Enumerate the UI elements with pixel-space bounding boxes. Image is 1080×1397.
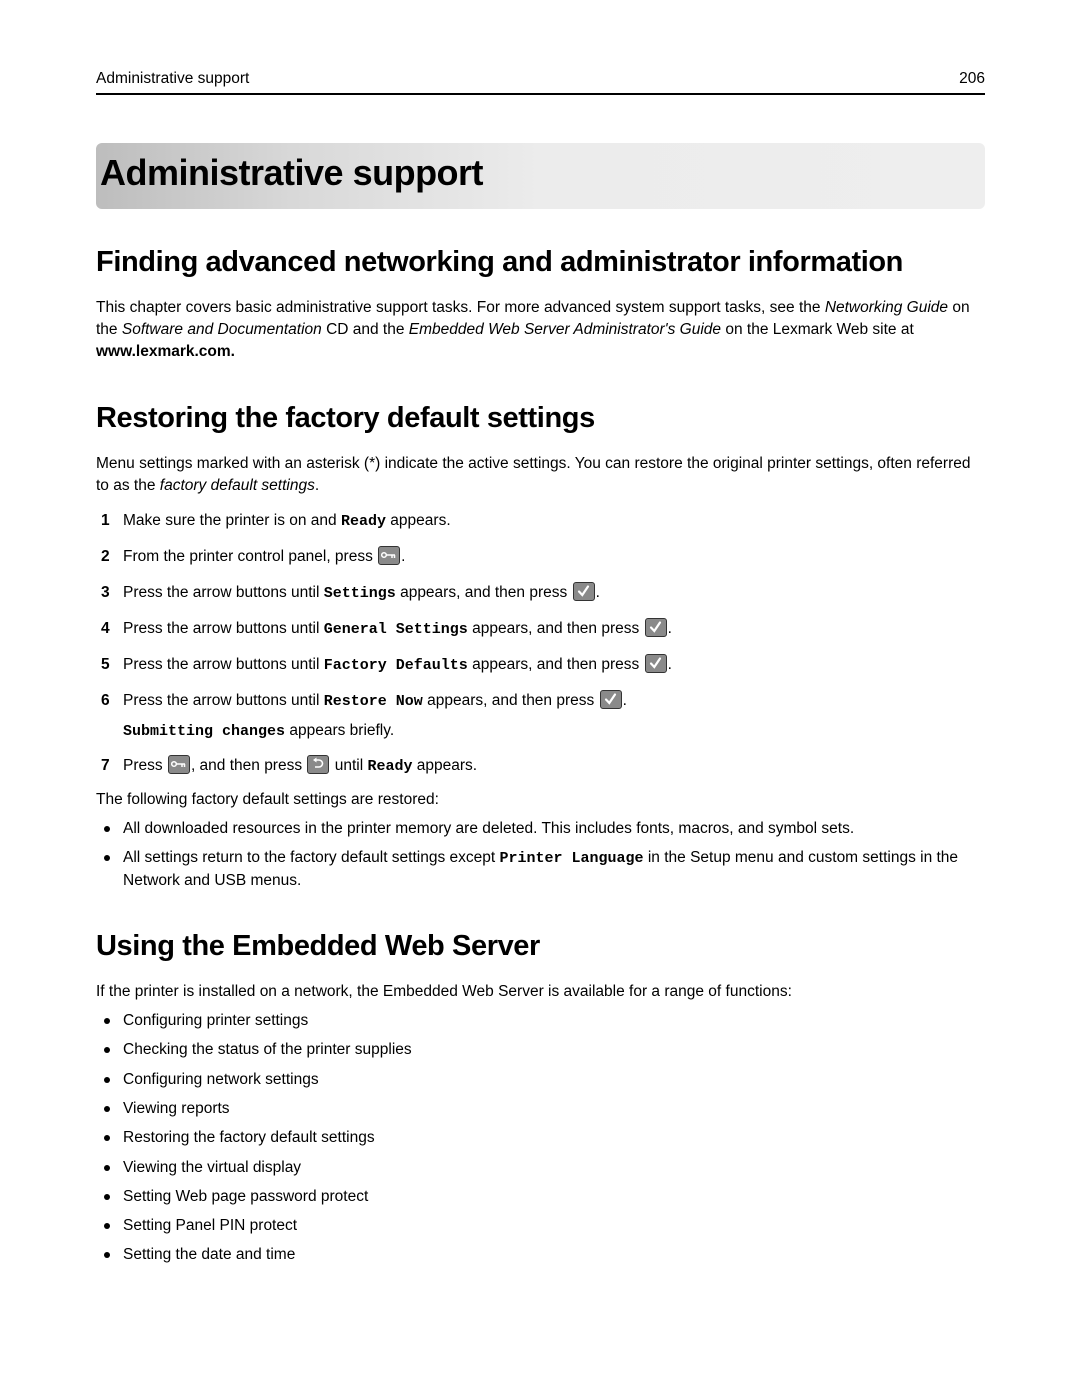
list-item-text: Restoring the factory default settings (123, 1129, 375, 1147)
list-item-text: All downloaded resources in the printer … (123, 820, 855, 837)
networking-guide-title: Networking Guide (824, 299, 949, 316)
checkmark-icon (599, 690, 622, 709)
bullet-icon (104, 1223, 110, 1230)
list-item-text: Viewing the virtual display (123, 1158, 302, 1176)
text-run: appears, and then press (395, 584, 572, 601)
bullet-icon (104, 855, 110, 861)
bullet-icon (104, 1135, 110, 1142)
text-run: appears, and then press (422, 692, 599, 709)
display-message: General Settings (323, 621, 468, 638)
text-run: appears, and then press (467, 620, 644, 637)
bullet-icon (104, 1076, 110, 1083)
list-item-text: Setting Panel PIN protect (123, 1217, 298, 1235)
section-heading-finding: Finding advanced networking and administ… (96, 246, 903, 278)
section-heading-restoring: Restoring the factory default settings (96, 402, 595, 434)
display-message: Factory Defaults (323, 657, 468, 674)
text-run: From the printer control panel, press (123, 548, 378, 565)
text-run: . (401, 548, 406, 565)
display-message: Ready (367, 758, 413, 775)
text-run: appears briefly. (285, 722, 395, 739)
checkmark-icon (644, 618, 667, 637)
menu-name: Printer Language (499, 850, 644, 867)
text-run: . (667, 656, 672, 673)
text-run: . (595, 584, 600, 601)
step-number: 4 (101, 620, 110, 637)
bullet-icon (104, 1105, 110, 1112)
bullet-icon (104, 1193, 110, 1200)
bullet-icon (104, 1164, 110, 1171)
ews-admin-guide-title: Embedded Web Server Administrator's Guid… (408, 321, 722, 338)
bullet-icon (104, 1047, 110, 1054)
text-run: This chapter covers basic administrative… (96, 299, 825, 316)
text-run: . (314, 477, 320, 494)
text-run: appears, and then press (467, 656, 644, 673)
checkmark-icon (644, 654, 667, 673)
list-item-text: Setting the date and time (123, 1246, 296, 1264)
text-run: . (667, 620, 672, 637)
key-icon (167, 755, 190, 774)
running-header: Administrative support 206 (96, 69, 985, 95)
list-item-text: Setting Web page password protect (123, 1187, 369, 1205)
back-icon (307, 755, 330, 774)
step-number: 6 (101, 692, 110, 709)
list-item-text: Configuring printer settings (123, 1012, 309, 1029)
text-run: Press the arrow buttons until (123, 620, 324, 637)
finding-paragraph: This chapter covers basic administrative… (96, 297, 985, 363)
list-item-text: Viewing reports (123, 1099, 230, 1117)
text-run: Press the arrow buttons until (123, 692, 324, 709)
step-number: 2 (101, 548, 110, 565)
chapter-banner: Administrative support (96, 143, 985, 209)
step-number: 7 (101, 757, 110, 774)
display-message: Ready (340, 513, 386, 530)
display-message: Restore Now (323, 693, 423, 710)
key-icon (378, 546, 401, 565)
step-number: 5 (101, 656, 110, 673)
text-run: CD and the (321, 321, 409, 338)
text-run: Press the arrow buttons until (123, 584, 324, 601)
restored-intro: The following factory default settings a… (96, 791, 439, 808)
chapter-title: Administrative support (100, 152, 484, 193)
display-message: Submitting changes (123, 723, 286, 740)
page-number: 206 (959, 70, 985, 87)
text-run: Press the arrow buttons until (123, 656, 324, 673)
lexmark-website-link[interactable]: www.lexmark.com. (96, 343, 235, 360)
header-title: Administrative support (96, 70, 250, 87)
emphasis-factory-default: factory default settings (159, 477, 315, 494)
text-run: . (622, 692, 627, 709)
list-item-text: Configuring network settings (123, 1070, 319, 1088)
step-number: 3 (101, 584, 110, 601)
list-item-text: Checking the status of the printer suppl… (123, 1041, 412, 1059)
display-message: Settings (323, 585, 396, 602)
text-run: Press (123, 757, 167, 774)
text-run: on the Lexmark Web site at (721, 321, 914, 338)
bullet-icon (104, 1018, 110, 1024)
bullet-icon (104, 1252, 110, 1259)
text-run: All settings return to the factory defau… (123, 849, 500, 866)
bullet-icon (104, 826, 110, 832)
list-item-text: All settings return to the factory defau… (123, 847, 983, 892)
step-number: 1 (101, 512, 110, 529)
text-run: Make sure the printer is on and (123, 512, 341, 529)
text-run: appears. (412, 757, 478, 774)
section-heading-ews: Using the Embedded Web Server (96, 930, 540, 962)
text-run: until (330, 757, 368, 774)
text-run: , and then press (190, 757, 307, 774)
ews-intro: If the printer is installed on a network… (96, 983, 792, 1000)
restoring-intro: Menu settings marked with an asterisk (*… (96, 453, 985, 497)
text-run: appears. (386, 512, 451, 529)
software-doc-cd-title: Software and Documentation (121, 321, 322, 338)
checkmark-icon (572, 582, 595, 601)
